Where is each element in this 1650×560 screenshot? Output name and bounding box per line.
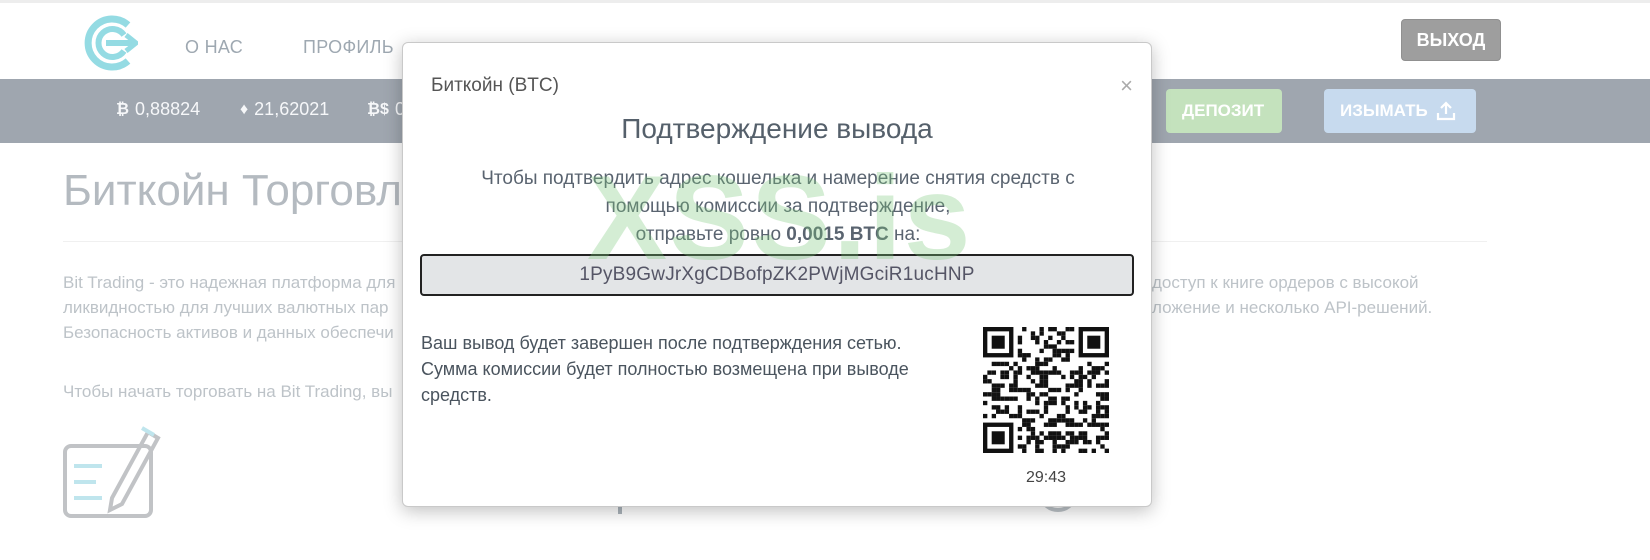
confirmation-note: Ваш вывод будет завершен после подтвержд… xyxy=(421,333,909,405)
modal-coin-label: Биткойн (BTC) xyxy=(431,75,559,96)
instruction-text: отправьте ровно xyxy=(635,224,782,245)
close-icon[interactable]: × xyxy=(1120,73,1133,99)
countdown-timer: 29:43 xyxy=(1025,469,1067,486)
wallet-address-field[interactable]: 1PyB9GwJrXgCDBofpZK2PWjMGciR1ucHNP xyxy=(420,254,1134,296)
instruction-line: помощью комиссии за подтверждение, xyxy=(605,196,951,217)
withdraw-confirm-modal: Биткойн (BTC) × Подтверждение вывода Что… xyxy=(402,42,1152,507)
instruction-line: Чтобы подтвердить адрес кошелька и намер… xyxy=(481,168,1075,189)
instruction-line: отправьте ровно 0,0015 BTC на: xyxy=(433,221,1123,249)
modal-instructions: Чтобы подтвердить адрес кошелька и намер… xyxy=(433,165,1123,249)
fee-amount: 0,0015 BTC xyxy=(786,224,889,245)
qr-code-image xyxy=(983,327,1109,453)
instruction-text: на: xyxy=(894,224,921,245)
modal-title: Подтверждение вывода xyxy=(621,113,933,144)
